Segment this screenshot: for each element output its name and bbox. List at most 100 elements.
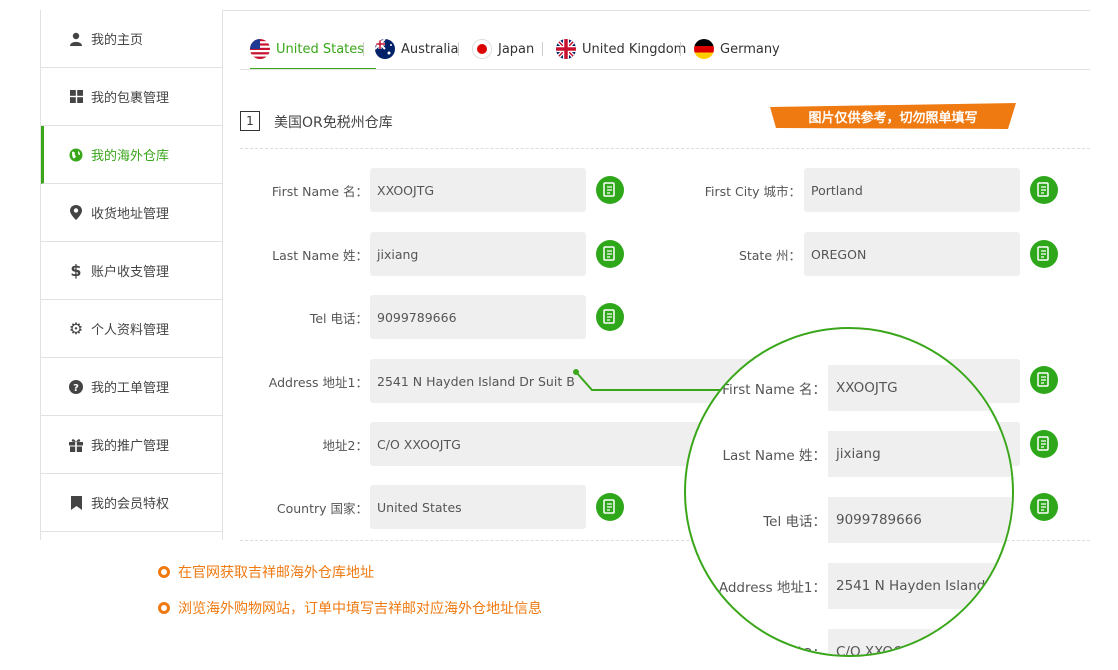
copy-country-button[interactable]: [596, 493, 624, 521]
copy-icon: [1037, 436, 1049, 451]
country-field[interactable]: United States: [370, 485, 586, 529]
tab-label: Japan: [498, 41, 535, 57]
section-number: 1: [240, 111, 260, 131]
sidebar-item-label: 账户收支管理: [91, 265, 170, 280]
top-divider: [222, 10, 1090, 11]
sidebar-item-packages[interactable]: 我的包裹管理: [41, 68, 222, 126]
copy-state-button[interactable]: [1030, 240, 1058, 268]
sidebar-item-warehouse[interactable]: 我的海外仓库: [41, 126, 222, 184]
first-name-label: First Name 名：: [271, 183, 368, 199]
tab-united-kingdom[interactable]: United Kingdom: [556, 30, 686, 68]
instruction-step-2: 浏览海外购物网站，订单中填写吉祥邮对应海外仓地址信息: [158, 598, 542, 618]
globe-icon: [67, 146, 85, 164]
copy-icon: [603, 182, 615, 197]
state-field[interactable]: OREGON: [804, 232, 1020, 276]
magnified-address2-field: C/O XXOOJT: [828, 629, 1012, 655]
magnifier-circle: First Name 名： XXOOJTG Last Name 姓： jixia…: [684, 327, 1014, 657]
us-flag-icon: [250, 39, 270, 59]
sidebar-item-promotion[interactable]: 我的推广管理: [41, 416, 222, 474]
sidebar-item-label: 我的推广管理: [91, 439, 170, 454]
copy-icon: [603, 309, 615, 324]
city-label: First City 城市：: [704, 183, 801, 199]
copy-address1-button[interactable]: [1030, 366, 1058, 394]
tab-separator: [458, 42, 459, 56]
instruction-step-1: 在官网获取吉祥邮海外仓库地址: [158, 562, 374, 582]
sidebar-item-label: 我的海外仓库: [91, 149, 170, 164]
tel-label: Tel 电话：: [309, 310, 368, 326]
copy-city-button[interactable]: [1030, 176, 1058, 204]
tab-label: United Kingdom: [582, 41, 687, 57]
gear-icon: ⚙: [68, 319, 84, 338]
notice-banner: 图片仅供参考，切勿照单填写: [808, 110, 978, 126]
user-icon: [67, 30, 85, 48]
country-tabs: United States Australia Japan United Kin…: [240, 30, 1090, 70]
copy-icon: [1037, 499, 1049, 514]
instruction-text: 浏览海外购物网站，订单中填写吉祥邮对应海外仓地址信息: [178, 601, 542, 617]
copy-address2-button[interactable]: [1030, 430, 1058, 458]
tab-label: United States: [276, 41, 365, 57]
tel-field[interactable]: 9099789666: [370, 295, 586, 339]
magnified-first-name-label: First Name 名：: [722, 382, 826, 398]
sidebar-item-address[interactable]: 收货地址管理: [41, 184, 222, 242]
tab-separator: [363, 42, 364, 56]
sidebar: 我的主页 我的包裹管理 我的海外仓库 收货地址管理 $ 账户收支管理 ⚙ 个人资…: [40, 10, 223, 540]
tab-germany[interactable]: Germany: [694, 30, 780, 68]
dollar-icon: $: [70, 261, 82, 280]
sidebar-item-label: 我的工单管理: [91, 381, 170, 396]
magnified-first-name-field: XXOOJTG: [828, 365, 1012, 411]
circle-bullet-icon: [158, 566, 170, 578]
sidebar-item-label: 收货地址管理: [91, 207, 170, 222]
sidebar-item-label: 我的主页: [91, 33, 144, 48]
tabs-divider: [240, 69, 1090, 70]
svg-text:?: ?: [73, 383, 79, 394]
copy-icon: [603, 246, 615, 261]
sidebar-item-label: 我的会员特权: [91, 497, 170, 512]
country-label: Country 国家：: [276, 500, 368, 516]
japan-flag-icon: [472, 39, 492, 59]
copy-icon: [1037, 246, 1049, 261]
copy-icon: [1037, 372, 1049, 387]
sidebar-item-label: 我的包裹管理: [91, 91, 170, 106]
sidebar-item-label: 个人资料管理: [91, 323, 170, 338]
sidebar-item-profile[interactable]: ⚙ 个人资料管理: [41, 300, 222, 358]
gift-icon: [67, 436, 85, 454]
magnified-last-name-label: Last Name 姓：: [722, 448, 826, 464]
last-name-field[interactable]: jixiang: [370, 232, 586, 276]
uk-flag-icon: [556, 39, 576, 59]
copy-last-name-button[interactable]: [596, 240, 624, 268]
tab-separator: [680, 42, 681, 56]
tab-label: Australia: [401, 41, 459, 57]
dashed-divider: [240, 148, 1090, 149]
copy-first-name-button[interactable]: [596, 176, 624, 204]
magnified-address1-field: 2541 N Hayden Island Dr: [828, 563, 1012, 609]
copy-tel-button[interactable]: [596, 303, 624, 331]
tab-united-states[interactable]: United States: [250, 30, 377, 70]
sidebar-item-account[interactable]: $ 账户收支管理: [41, 242, 222, 300]
magnified-address2-label: 地址2：: [776, 646, 826, 657]
tab-australia[interactable]: Australia: [375, 30, 459, 68]
question-icon: ?: [67, 378, 85, 396]
copy-icon: [603, 499, 615, 514]
grid-icon: [67, 88, 85, 106]
copy-extra-button[interactable]: [1030, 493, 1058, 521]
address1-label: Address 地址1：: [268, 374, 368, 390]
state-label: State 州：: [738, 247, 801, 263]
copy-icon: [1037, 182, 1049, 197]
circle-bullet-icon: [158, 602, 170, 614]
first-name-field[interactable]: XXOOJTG: [370, 168, 586, 212]
tab-japan[interactable]: Japan: [472, 30, 534, 68]
address2-label: 地址2：: [322, 437, 368, 453]
bookmark-icon: [67, 494, 85, 512]
tab-separator: [542, 42, 543, 56]
sidebar-item-home[interactable]: 我的主页: [41, 10, 222, 68]
last-name-label: Last Name 姓：: [272, 247, 368, 263]
sidebar-item-membership[interactable]: 我的会员特权: [41, 474, 222, 532]
city-field[interactable]: Portland: [804, 168, 1020, 212]
tab-label: Germany: [720, 41, 780, 57]
map-pin-icon: [67, 204, 85, 222]
magnified-tel-field: 9099789666: [828, 497, 1012, 543]
instruction-text: 在官网获取吉祥邮海外仓库地址: [178, 565, 374, 581]
sidebar-item-tickets[interactable]: ? 我的工单管理: [41, 358, 222, 416]
magnified-last-name-field: jixiang: [828, 431, 1012, 477]
section-title: 美国OR免税州仓库: [274, 115, 393, 131]
